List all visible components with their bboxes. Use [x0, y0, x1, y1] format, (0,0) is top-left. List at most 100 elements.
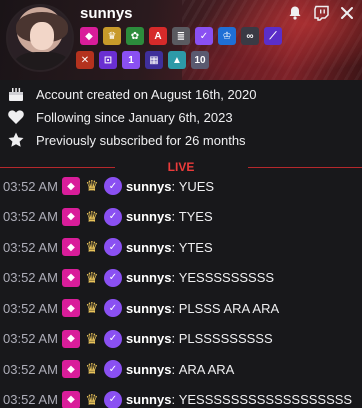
verified-badge-icon[interactable]: ✓: [103, 390, 122, 408]
gem-badge-icon[interactable]: ◆: [61, 177, 80, 195]
following-row: Following since January 6th, 2023: [6, 107, 356, 127]
star-icon: [6, 130, 26, 150]
crown-badge-icon[interactable]: ♛: [83, 269, 101, 287]
message-separator: :: [171, 392, 179, 407]
message-separator: :: [171, 239, 179, 255]
palm-badge[interactable]: ✿: [126, 27, 144, 45]
avatar[interactable]: [6, 4, 74, 72]
live-divider: LIVE: [0, 160, 362, 174]
message-timestamp: 03:52 AM: [3, 270, 58, 285]
message-text: TYES: [178, 209, 213, 224]
slash-badge[interactable]: ⟋: [264, 27, 282, 45]
verified-badge-icon[interactable]: ✓: [103, 238, 122, 256]
crown-badge-icon[interactable]: ♛: [83, 330, 101, 348]
bell-icon[interactable]: [286, 4, 304, 22]
chat-message[interactable]: 03:52 AM ◆ ♛ ✓ sunnys: ARA ARA: [3, 360, 359, 378]
account-created-text: Account created on August 16th, 2020: [36, 86, 257, 102]
message-username[interactable]: sunnys: [126, 362, 172, 377]
message-separator: :: [171, 361, 179, 377]
chat-message[interactable]: 03:52 AM ◆ ♛ ✓ sunnys: YTES: [3, 238, 359, 256]
divider-line-right: [248, 167, 362, 168]
cake-icon: [6, 84, 26, 104]
crown-badge-icon[interactable]: ♛: [83, 360, 101, 378]
cross-badge[interactable]: ✕: [76, 51, 94, 69]
ten-badge[interactable]: 10: [191, 51, 209, 69]
crown-badge-icon[interactable]: ♛: [83, 238, 101, 256]
avatar-shirt: [14, 52, 70, 70]
username[interactable]: sunnys: [80, 5, 133, 22]
verified-badge[interactable]: ✓: [195, 27, 213, 45]
crown-badge-icon[interactable]: ♛: [83, 177, 101, 195]
message-timestamp: 03:52 AM: [3, 331, 58, 346]
message-username[interactable]: sunnys: [126, 209, 172, 224]
close-icon[interactable]: [338, 4, 356, 22]
verified-badge-icon[interactable]: ✓: [103, 299, 122, 317]
following-text: Following since January 6th, 2023: [36, 109, 233, 125]
message-text: ARA ARA: [178, 361, 235, 377]
gem-badge[interactable]: ◆: [80, 27, 98, 45]
subscribed-text: Previously subscribed for 26 months: [36, 132, 246, 148]
grid-badge[interactable]: ▦: [145, 51, 163, 69]
message-separator: :: [171, 209, 179, 224]
gem-badge-icon[interactable]: ◆: [61, 390, 80, 408]
chat-message[interactable]: 03:52 AM ◆ ♛ ✓ sunnys: YUES: [3, 177, 359, 195]
gem-badge-icon[interactable]: ◆: [61, 268, 80, 287]
crown-badge[interactable]: ♛: [103, 27, 121, 45]
prime-crown-badge[interactable]: ♔: [218, 27, 236, 45]
stack-badge[interactable]: ≣: [172, 27, 190, 45]
message-username[interactable]: sunnys: [126, 270, 172, 285]
message-timestamp: 03:52 AM: [3, 361, 58, 377]
message-separator: :: [171, 178, 179, 194]
sail-badge[interactable]: ▲: [168, 51, 186, 69]
message-timestamp: 03:52 AM: [3, 392, 58, 407]
chat-message[interactable]: 03:52 AM ◆ ♛ ✓ sunnys: PLSSSSSSSSS: [3, 329, 359, 348]
verified-badge-icon[interactable]: ✓: [103, 177, 122, 195]
badge-row-2: ✕ ⊡ 1 ▦ ▲ 10: [76, 51, 209, 69]
twitch-icon[interactable]: [312, 4, 330, 22]
crown-badge-icon[interactable]: ♛: [83, 299, 101, 317]
badge-row-1: ◆ ♛ ✿ A ≣ ✓ ♔ ∞ ⟋: [80, 27, 282, 45]
gem-badge-icon[interactable]: ◆: [61, 238, 80, 256]
message-text: YTES: [178, 239, 213, 255]
message-username[interactable]: sunnys: [126, 331, 172, 346]
message-text: PLSSS ARA ARA: [178, 300, 280, 316]
verified-badge-icon[interactable]: ✓: [103, 360, 122, 378]
account-created-row: Account created on August 16th, 2020: [6, 84, 356, 104]
chat-message[interactable]: 03:52 AM ◆ ♛ ✓ sunnys: YESSSSSSSSSSSSSSSSSS: [3, 390, 359, 408]
avatar-face: [30, 22, 54, 50]
message-timestamp: 03:52 AM: [3, 239, 58, 255]
message-timestamp: 03:52 AM: [3, 209, 58, 224]
message-username[interactable]: sunnys: [126, 392, 172, 407]
gem-badge-icon[interactable]: ◆: [61, 207, 80, 226]
gem-badge-icon[interactable]: ◆: [61, 329, 80, 348]
message-timestamp: 03:52 AM: [3, 300, 58, 316]
chat-message[interactable]: 03:52 AM ◆ ♛ ✓ sunnys: PLSSS ARA ARA: [3, 299, 359, 317]
chat-message[interactable]: 03:52 AM ◆ ♛ ✓ sunnys: TYES: [3, 207, 359, 226]
ticket-badge[interactable]: ⊡: [99, 51, 117, 69]
glasses-badge[interactable]: ∞: [241, 27, 259, 45]
one-badge[interactable]: 1: [122, 51, 140, 69]
message-text: YESSSSSSSSS: [178, 270, 275, 285]
verified-badge-icon[interactable]: ✓: [103, 329, 122, 348]
chat-message[interactable]: 03:52 AM ◆ ♛ ✓ sunnys: YESSSSSSSSS: [3, 268, 359, 287]
message-timestamp: 03:52 AM: [3, 178, 58, 194]
arc-badge[interactable]: A: [149, 27, 167, 45]
verified-badge-icon[interactable]: ✓: [103, 207, 122, 226]
message-username[interactable]: sunnys: [126, 240, 172, 255]
header-actions: [286, 4, 356, 22]
verified-badge-icon[interactable]: ✓: [103, 268, 122, 287]
crown-badge-icon[interactable]: ♛: [83, 391, 101, 408]
heart-icon: [6, 107, 26, 127]
message-text: YUES: [178, 178, 215, 194]
message-username[interactable]: sunnys: [126, 179, 172, 194]
gem-badge-icon[interactable]: ◆: [61, 299, 80, 317]
gem-badge-icon[interactable]: ◆: [61, 360, 80, 378]
message-separator: :: [171, 331, 179, 346]
message-text: PLSSSSSSSSS: [178, 331, 273, 346]
message-separator: :: [171, 300, 179, 316]
message-text: YESSSSSSSSSSSSSSSSSS: [178, 392, 353, 407]
crown-badge-icon[interactable]: ♛: [83, 208, 101, 226]
message-username[interactable]: sunnys: [126, 301, 172, 316]
message-separator: :: [171, 270, 179, 285]
subscribed-row: Previously subscribed for 26 months: [6, 130, 356, 150]
